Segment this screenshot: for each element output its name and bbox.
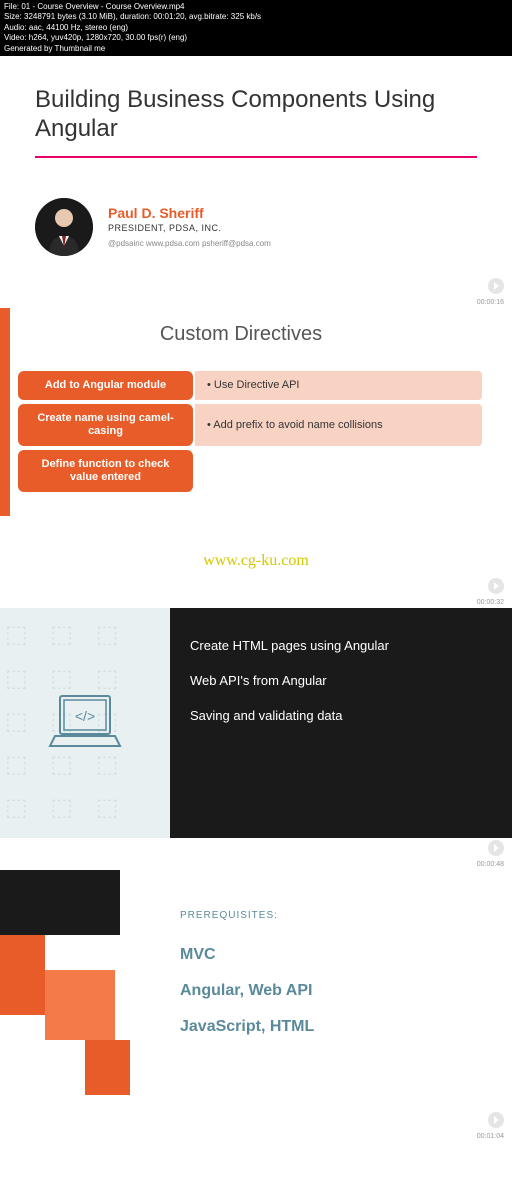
author-avatar [35,198,93,256]
slide-title: Building Business Components Using Angul… [0,56,512,276]
course-title: Building Business Components Using Angul… [35,86,477,144]
author-name: Paul D. Sheriff [108,205,271,221]
timestamp-row-2: 00:00:32 [0,576,512,608]
directive-row: Create name using camel-casing • Add pre… [18,404,482,446]
author-row: Paul D. Sheriff PRESIDENT, PDSA, INC. @p… [35,198,477,256]
directive-step: Define function to check value entered [18,450,193,492]
deco-orange-block [85,1040,130,1095]
directives-title: Custom Directives [0,323,482,346]
play-icon [488,1112,504,1128]
slide-prerequisites: PREREQUISITES: MVC Angular, Web API Java… [0,870,512,1110]
directive-step: Add to Angular module [18,371,193,400]
deco-black-block [0,870,120,935]
laptop-icon: </> [45,691,125,756]
prerequisites-label: PREREQUISITES: [180,910,482,921]
video-metadata-bar: File: 01 - Course Overview - Course Over… [0,0,512,56]
slide-topics-list: Create HTML pages using Angular Web API'… [170,608,512,838]
timestamp-3: 00:00:48 [8,861,504,868]
timestamp-1: 00:00:16 [8,299,504,306]
topic-item: Saving and validating data [190,708,492,723]
topic-item: Web API's from Angular [190,673,492,688]
title-divider [35,156,477,158]
timestamp-2: 00:00:32 [8,599,504,606]
svg-text:</>: </> [75,708,95,724]
slide-directives: Custom Directives Add to Angular module … [0,308,512,547]
metadata-size: Size: 3248791 bytes (3.10 MiB), duration… [4,12,508,22]
play-icon [488,840,504,856]
metadata-generated: Generated by Thumbnail me [4,44,508,54]
slide-topics: ⬚ ⬚ ⬚ ⬚ ⬚ ⬚ ⬚ ⬚ ⬚ ⬚ ⬚ ⬚ ⬚ ⬚ ⬚ ⬚ ⬚ ⬚ ⬚ ⬚ … [0,608,512,838]
author-contact: @pdsainc www.pdsa.com psheriff@pdsa.com [108,239,271,248]
topic-item: Create HTML pages using Angular [190,638,492,653]
metadata-audio: Audio: aac, 44100 Hz, stereo (eng) [4,23,508,33]
author-title: PRESIDENT, PDSA, INC. [108,223,271,233]
play-icon [488,278,504,294]
metadata-video: Video: h264, yuv420p, 1280x720, 30.00 fp… [4,33,508,43]
slide-decoration [0,870,160,1110]
directive-detail: • Use Directive API [195,371,482,400]
directive-row: Define function to check value entered [18,450,482,492]
directive-row: Add to Angular module • Use Directive AP… [18,371,482,400]
prerequisite-item: MVC [180,946,482,964]
deco-orange-block [45,970,115,1040]
deco-orange-block [0,935,45,1015]
prerequisite-item: JavaScript, HTML [180,1018,482,1036]
directive-step: Create name using camel-casing [18,404,193,446]
timestamp-row-1: 00:00:16 [0,276,512,308]
author-info: Paul D. Sheriff PRESIDENT, PDSA, INC. @p… [108,205,271,248]
play-icon [488,578,504,594]
timestamp-row-4: 00:01:04 [0,1110,512,1142]
slide-topics-graphic: ⬚ ⬚ ⬚ ⬚ ⬚ ⬚ ⬚ ⬚ ⬚ ⬚ ⬚ ⬚ ⬚ ⬚ ⬚ ⬚ ⬚ ⬚ ⬚ ⬚ … [0,608,170,838]
timestamp-row-3: 00:00:48 [0,838,512,870]
metadata-file: File: 01 - Course Overview - Course Over… [4,2,508,12]
directive-grid: Add to Angular module • Use Directive AP… [18,371,482,493]
timestamp-4: 00:01:04 [8,1133,504,1140]
orange-accent-bar [0,308,10,517]
directive-detail: • Add prefix to avoid name collisions [195,404,482,446]
prerequisite-item: Angular, Web API [180,982,482,1000]
watermark-text: www.cg-ku.com [0,546,512,576]
